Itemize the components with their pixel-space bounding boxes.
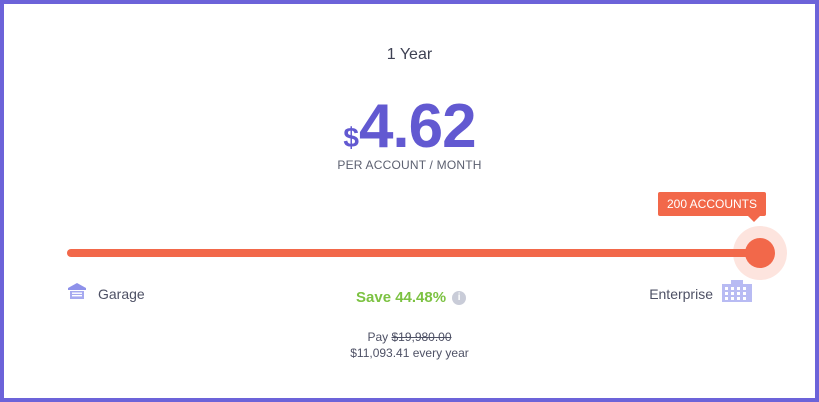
price-display: $4.62	[4, 96, 815, 158]
price-unit: PER ACCOUNT / MONTH	[337, 158, 482, 172]
enterprise-label: Enterprise	[649, 285, 713, 302]
price-amount: 4.62	[358, 92, 477, 161]
info-icon[interactable]: i	[452, 290, 467, 305]
pay-prefix: Pay	[367, 330, 392, 344]
slider-min: Garage	[68, 283, 145, 304]
savings: Save 44.48% i	[356, 289, 467, 306]
garage-label: Garage	[98, 285, 145, 302]
building-icon	[722, 280, 752, 307]
slider-max: Enterprise	[649, 280, 752, 307]
pricing-panel: 1 Year $4.62 PER ACCOUNT / MONTH 200 ACC…	[0, 0, 819, 402]
accounts-slider-track[interactable]	[67, 249, 764, 257]
garage-icon	[68, 283, 86, 304]
original-price: $19,980.00	[391, 330, 452, 344]
billing-period: 1 Year	[386, 46, 433, 63]
accounts-tooltip: 200 ACCOUNTS	[658, 192, 766, 222]
billing-summary: Pay $19,980.00 $11,093.41 every year	[4, 329, 815, 361]
currency-symbol: $	[343, 122, 359, 153]
yearly-total: $11,093.41 every year	[350, 346, 469, 360]
accounts-slider-thumb[interactable]	[745, 238, 775, 268]
savings-label: Save 44.48%	[356, 289, 447, 306]
